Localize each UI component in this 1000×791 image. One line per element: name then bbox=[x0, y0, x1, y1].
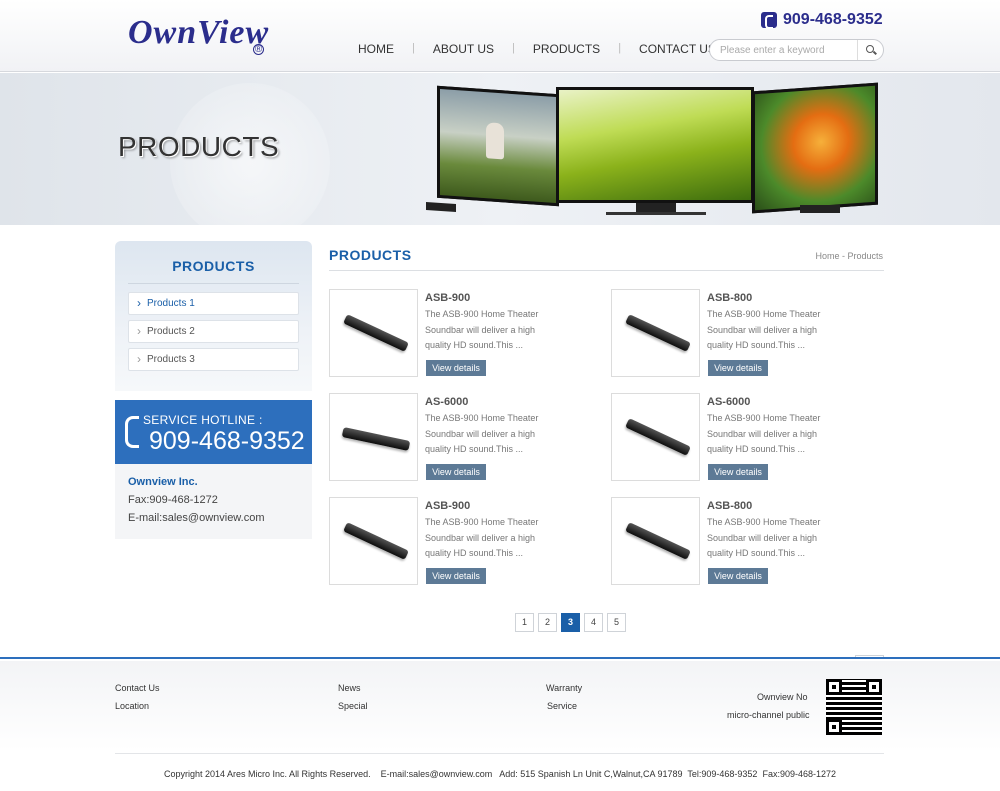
tv-image-soccer bbox=[437, 85, 559, 207]
site-header: OwnView ® 909-468-9352 HOME | ABOUT US |… bbox=[0, 0, 1000, 72]
copyright-text: Copyright 2014 Ares Micro Inc. All Right… bbox=[164, 769, 836, 779]
footer-link-contact-us[interactable]: Contact Us bbox=[115, 683, 160, 693]
product-name[interactable]: AS-6000 bbox=[707, 396, 750, 408]
product-image[interactable] bbox=[329, 289, 418, 377]
view-details-button[interactable]: View details bbox=[426, 360, 486, 376]
banner: PRODUCTS bbox=[0, 73, 1000, 225]
view-details-button[interactable]: View details bbox=[426, 464, 486, 480]
sidebar-item-products-3[interactable]: Products 3 bbox=[128, 348, 299, 371]
registered-mark: ® bbox=[253, 44, 264, 55]
search-box bbox=[709, 39, 884, 61]
product-description: The ASB-900 Home Theater Soundbar will d… bbox=[425, 413, 539, 454]
search-icon[interactable] bbox=[857, 40, 883, 60]
phone-icon bbox=[125, 416, 139, 448]
footer-link-special[interactable]: Special bbox=[338, 701, 368, 711]
main-nav: HOME | ABOUT US | PRODUCTS | CONTACT US bbox=[340, 42, 734, 56]
product-image[interactable] bbox=[329, 393, 418, 481]
divider bbox=[115, 753, 884, 754]
page-5-button[interactable]: 5 bbox=[607, 613, 626, 632]
nav-home[interactable]: HOME bbox=[340, 42, 412, 56]
page-4-button[interactable]: 4 bbox=[584, 613, 603, 632]
page-3-button-current[interactable]: 3 bbox=[561, 613, 580, 632]
search-input[interactable] bbox=[720, 43, 860, 57]
product-card: AS-6000 The ASB-900 Home Theater Soundba… bbox=[329, 393, 579, 483]
nav-about-us[interactable]: ABOUT US bbox=[415, 42, 512, 56]
product-image[interactable] bbox=[329, 497, 418, 585]
view-details-button[interactable]: View details bbox=[708, 464, 768, 480]
sidebar-item-products-1[interactable]: Products 1 bbox=[128, 292, 299, 315]
footer-link-news[interactable]: News bbox=[338, 683, 361, 693]
header-phone: 909-468-9352 bbox=[761, 10, 883, 30]
product-card: ASB-800 The ASB-900 Home Theater Soundba… bbox=[611, 497, 861, 587]
footer-link-location[interactable]: Location bbox=[115, 701, 149, 711]
contact-email[interactable]: E-mail:sales@ownview.com bbox=[128, 512, 265, 524]
sidebar-menu: PRODUCTS Products 1 Products 2 Products … bbox=[115, 241, 312, 391]
contact-info: Ownview Inc. Fax:909-468-1272 E-mail:sal… bbox=[115, 464, 312, 539]
product-description: The ASB-900 Home Theater Soundbar will d… bbox=[425, 309, 539, 350]
tv-stand bbox=[800, 205, 840, 213]
product-name[interactable]: ASB-900 bbox=[425, 292, 470, 304]
wechat-label: Ownview No bbox=[757, 692, 808, 702]
sidebar-item-products-2[interactable]: Products 2 bbox=[128, 320, 299, 343]
product-image[interactable] bbox=[611, 393, 700, 481]
tv-image-butterfly bbox=[752, 82, 878, 214]
product-name[interactable]: AS-6000 bbox=[425, 396, 468, 408]
sidebar: PRODUCTS Products 1 Products 2 Products … bbox=[115, 241, 312, 391]
product-name[interactable]: ASB-800 bbox=[707, 292, 752, 304]
view-details-button[interactable]: View details bbox=[708, 568, 768, 584]
logo[interactable]: OwnView bbox=[128, 14, 269, 52]
footer-link-service[interactable]: Service bbox=[547, 701, 577, 711]
page-2-button[interactable]: 2 bbox=[538, 613, 557, 632]
view-details-button[interactable]: View details bbox=[708, 360, 768, 376]
pagination: << 1 2 3 4 5 >> bbox=[515, 613, 884, 674]
product-description: The ASB-900 Home Theater Soundbar will d… bbox=[707, 517, 821, 558]
tv-base bbox=[606, 212, 706, 215]
page-1-button[interactable]: 1 bbox=[515, 613, 534, 632]
product-image[interactable] bbox=[611, 497, 700, 585]
site-footer: Contact Us Location News Special Warrant… bbox=[0, 657, 1000, 791]
hotline-number: 909-468-9352 bbox=[149, 427, 305, 455]
product-name[interactable]: ASB-800 bbox=[707, 500, 752, 512]
company-name: Ownview Inc. bbox=[128, 476, 198, 488]
product-card: AS-6000 The ASB-900 Home Theater Soundba… bbox=[611, 393, 861, 483]
nav-products[interactable]: PRODUCTS bbox=[515, 42, 618, 56]
breadcrumb[interactable]: Home - Products bbox=[815, 251, 883, 261]
contact-fax: Fax:909-468-1272 bbox=[128, 494, 218, 506]
wechat-label-2: micro-channel public bbox=[727, 710, 810, 720]
product-description: The ASB-900 Home Theater Soundbar will d… bbox=[707, 309, 821, 350]
product-card: ASB-800 The ASB-900 Home Theater Soundba… bbox=[611, 289, 861, 379]
product-name[interactable]: ASB-900 bbox=[425, 500, 470, 512]
product-description: The ASB-900 Home Theater Soundbar will d… bbox=[425, 517, 539, 558]
hotline-label: SERVICE HOTLINE : bbox=[143, 413, 263, 427]
view-details-button[interactable]: View details bbox=[426, 568, 486, 584]
divider bbox=[128, 283, 299, 284]
header-phone-number: 909-468-9352 bbox=[783, 11, 883, 28]
product-card: ASB-900 The ASB-900 Home Theater Soundba… bbox=[329, 497, 579, 587]
product-image[interactable] bbox=[611, 289, 700, 377]
divider bbox=[329, 270, 884, 271]
product-description: The ASB-900 Home Theater Soundbar will d… bbox=[707, 413, 821, 454]
product-card: ASB-900 The ASB-900 Home Theater Soundba… bbox=[329, 289, 579, 379]
page-title: PRODUCTS bbox=[329, 247, 412, 263]
sidebar-title: PRODUCTS bbox=[172, 258, 255, 274]
tv-image-hills bbox=[556, 87, 754, 203]
footer-link-warranty[interactable]: Warranty bbox=[546, 683, 582, 693]
qr-code-icon bbox=[826, 679, 882, 735]
phone-icon bbox=[761, 12, 777, 29]
banner-title: PRODUCTS bbox=[118, 131, 280, 162]
service-hotline: SERVICE HOTLINE : 909-468-9352 bbox=[115, 400, 312, 464]
tv-stand bbox=[426, 201, 456, 213]
